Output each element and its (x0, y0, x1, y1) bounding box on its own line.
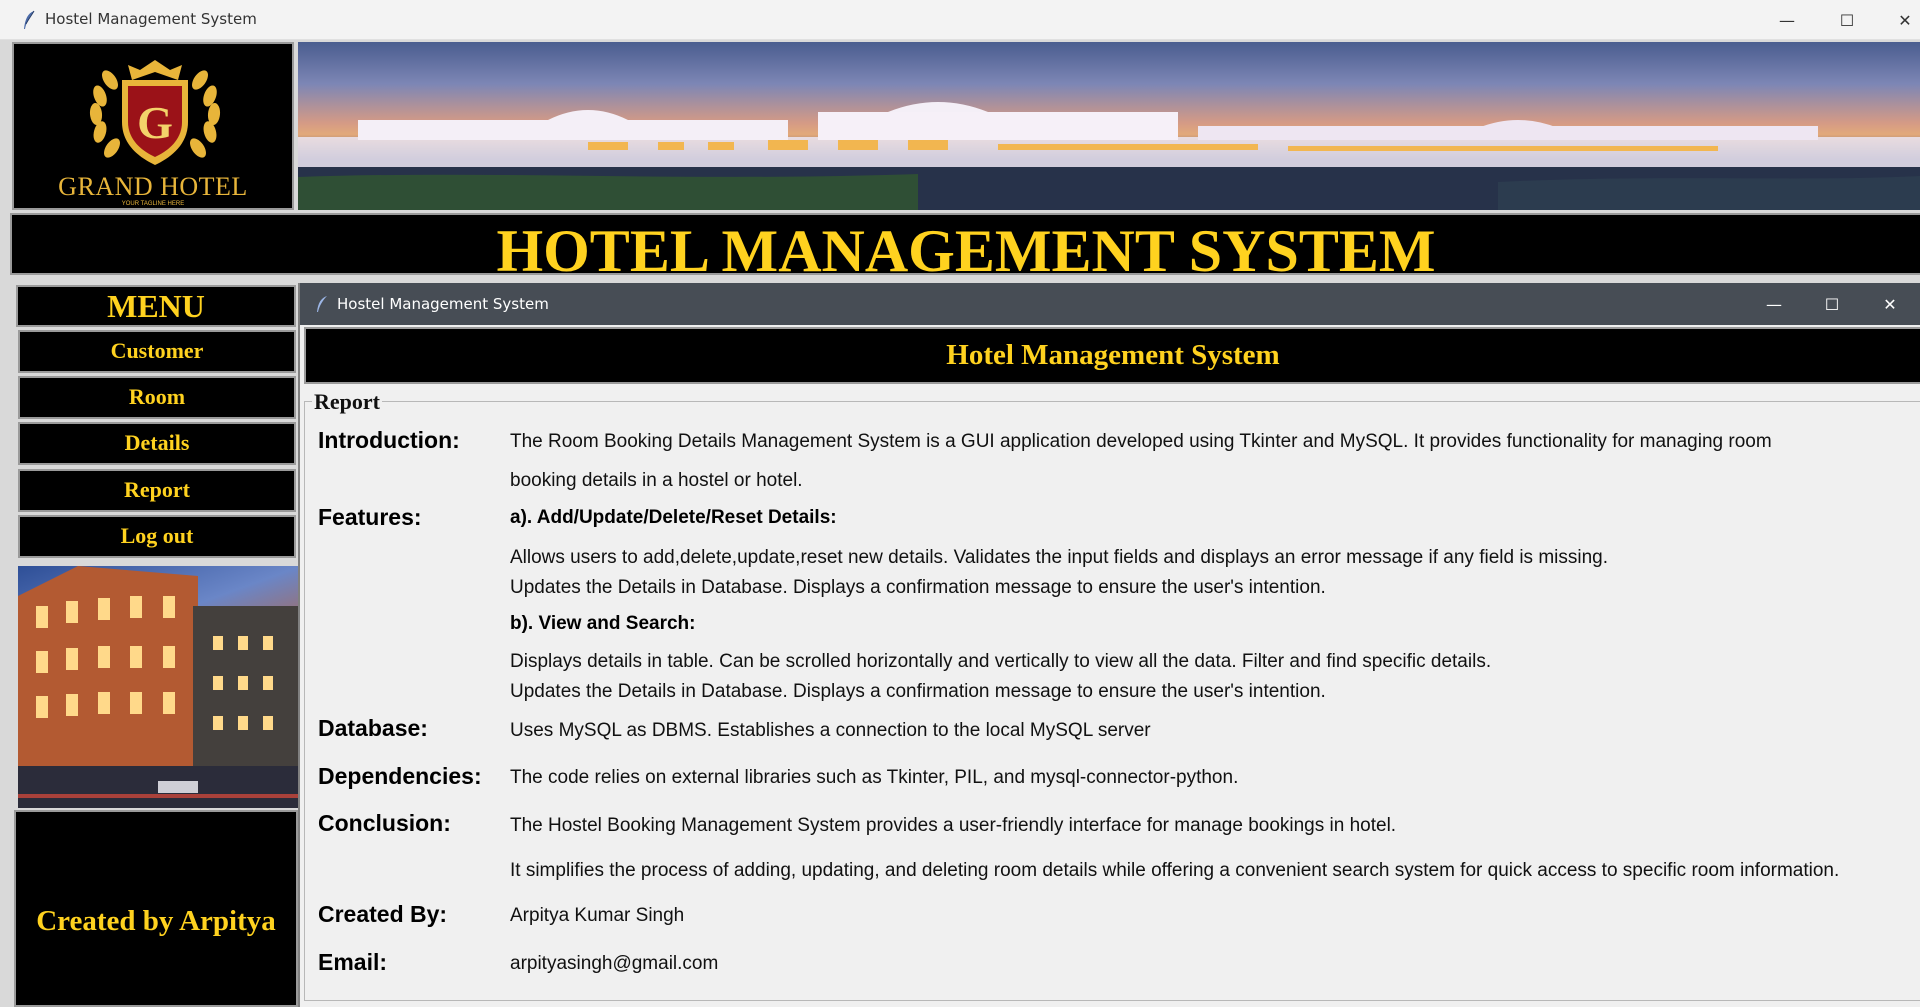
dependencies-text: The code relies on external libraries su… (510, 767, 1239, 788)
banner-photo (298, 42, 1920, 210)
dependencies-label: Dependencies: (318, 763, 482, 789)
inner-minimize-button[interactable]: — (1745, 283, 1803, 325)
features-b-line-1: Displays details in table. Can be scroll… (510, 651, 1492, 672)
created-by-text: Created by Arpitya (36, 905, 276, 937)
hotel-street-image (18, 566, 298, 808)
close-icon: ✕ (1883, 294, 1897, 314)
maximize-icon: ☐ (1839, 10, 1855, 30)
report-legend: Report (312, 389, 382, 415)
laurel-crest-icon: G (89, 60, 221, 165)
minimize-icon: — (1779, 10, 1795, 30)
features-a-line-1: Allows users to add,delete,update,reset … (510, 547, 1609, 568)
created-by-value: Arpitya Kumar Singh (510, 905, 685, 926)
menu-details-button[interactable]: Details (18, 422, 296, 465)
hotel-street-photo (18, 566, 298, 808)
logo-letter: G (137, 97, 173, 148)
features-b-title: b). View and Search: (510, 613, 696, 634)
window-titlebar: Hostel Management System — ☐ ✕ (0, 0, 1920, 40)
conclusion-line-1: The Hostel Booking Management System pro… (510, 815, 1397, 836)
introduction-line-2: booking details in a hostel or hotel. (510, 470, 803, 491)
conclusion-line-2: It simplifies the process of adding, upd… (510, 860, 1840, 881)
database-label: Database: (318, 715, 428, 741)
minimize-icon: — (1766, 294, 1782, 314)
logo-brand: GRAND HOTEL (58, 172, 248, 201)
close-icon: ✕ (1898, 10, 1912, 30)
report-header: Hotel Management System (304, 327, 1920, 384)
email-label: Email: (318, 949, 388, 975)
introduction-line-1: The Room Booking Details Management Syst… (510, 431, 1772, 452)
hotel-building-image (298, 102, 1920, 210)
report-window-title: Hostel Management System (337, 295, 549, 313)
inner-close-button[interactable]: ✕ (1861, 283, 1919, 325)
menu-customer-button[interactable]: Customer (18, 330, 296, 373)
introduction-label: Introduction: (318, 427, 460, 453)
report-window-titlebar: Hostel Management System — ☐ ✕ (300, 283, 1920, 325)
feather-icon (24, 10, 35, 29)
created-by-label: Created By: (318, 901, 448, 927)
menu-logout-button[interactable]: Log out (18, 515, 296, 558)
features-b-line-2: Updates the Details in Database. Display… (510, 681, 1326, 702)
window-title: Hostel Management System (45, 10, 257, 28)
database-text: Uses MySQL as DBMS. Establishes a connec… (510, 720, 1151, 741)
feather-icon (317, 296, 327, 312)
close-button[interactable]: ✕ (1875, 0, 1920, 40)
main-heading-bar: HOTEL MANAGEMENT SYSTEM (10, 213, 1920, 284)
features-label: Features: (318, 504, 422, 530)
email-value: arpityasingh@gmail.com (510, 953, 719, 974)
features-a-title: a). Add/Update/Delete/Reset Details: (510, 507, 837, 528)
menu-report-button[interactable]: Report (18, 469, 296, 512)
minimize-button[interactable]: — (1757, 0, 1817, 40)
features-a-line-2: Updates the Details in Database. Display… (510, 577, 1326, 598)
hotel-logo: G GRAND HOTEL YOUR TAGLINE HERE (12, 42, 294, 210)
conclusion-label: Conclusion: (318, 810, 451, 836)
inner-maximize-button[interactable]: ☐ (1803, 283, 1861, 325)
maximize-button[interactable]: ☐ (1817, 0, 1877, 40)
report-window: Hostel Management System — ☐ ✕ Hotel Man… (298, 283, 1920, 1007)
report-header-text: Hotel Management System (946, 339, 1280, 371)
menu-title: MENU (16, 285, 296, 327)
menu-room-button[interactable]: Room (18, 376, 296, 419)
menu-title-text: MENU (107, 288, 205, 324)
maximize-icon: ☐ (1824, 294, 1840, 314)
created-by-panel: Created by Arpitya (14, 810, 298, 1007)
main-heading: HOTEL MANAGEMENT SYSTEM (496, 218, 1436, 284)
logo-tagline: YOUR TAGLINE HERE (121, 201, 185, 207)
